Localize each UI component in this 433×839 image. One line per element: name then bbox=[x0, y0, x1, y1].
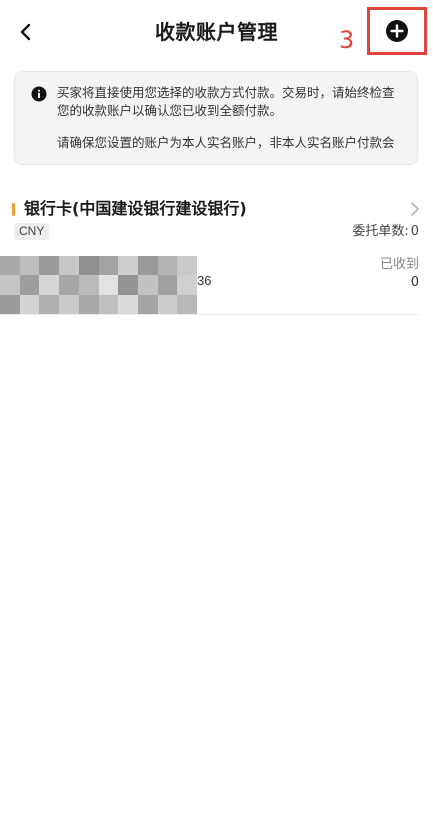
delegate-count-label: 委托单数: bbox=[352, 224, 409, 239]
plus-circle-icon bbox=[386, 20, 408, 42]
info-icon bbox=[31, 86, 47, 102]
account-number-row: 36 已收到 0 bbox=[0, 256, 433, 314]
delegate-count-value: 0 bbox=[410, 224, 419, 239]
step-marker: 3 bbox=[339, 26, 355, 54]
notice-text-line-3: 请确保您设置的账户为本人实名账户，非本人实名账户付款会 bbox=[57, 135, 395, 150]
top-bar: 收款账户管理 3 bbox=[0, 0, 433, 62]
account-name: 银行卡(中国建设银行建设银行) bbox=[24, 199, 247, 218]
account-item[interactable]: 银行卡(中国建设银行建设银行) bbox=[0, 199, 433, 221]
account-accent-bar bbox=[12, 203, 15, 216]
notice-box: 买家将直接使用您选择的收款方式付款。交易时，请始终检查 您的收款账户以确认您已收… bbox=[14, 71, 418, 165]
add-account-button[interactable] bbox=[367, 7, 427, 55]
currency-badge: CNY bbox=[14, 223, 50, 240]
notice-text-line-1: 买家将直接使用您选择的收款方式付款。交易时，请始终检查 bbox=[57, 85, 395, 100]
received-value: 0 bbox=[410, 275, 419, 290]
delegate-count: 委托单数: 0 bbox=[350, 223, 419, 240]
notice-text-line-2: 您的收款账户以确认您已收到全额付款。 bbox=[57, 103, 283, 118]
account-number-tail: 36 bbox=[197, 273, 212, 288]
masked-account-number bbox=[0, 256, 197, 314]
divider bbox=[0, 314, 419, 315]
chevron-right-icon[interactable] bbox=[408, 201, 422, 217]
received-label: 已收到 bbox=[379, 257, 419, 272]
